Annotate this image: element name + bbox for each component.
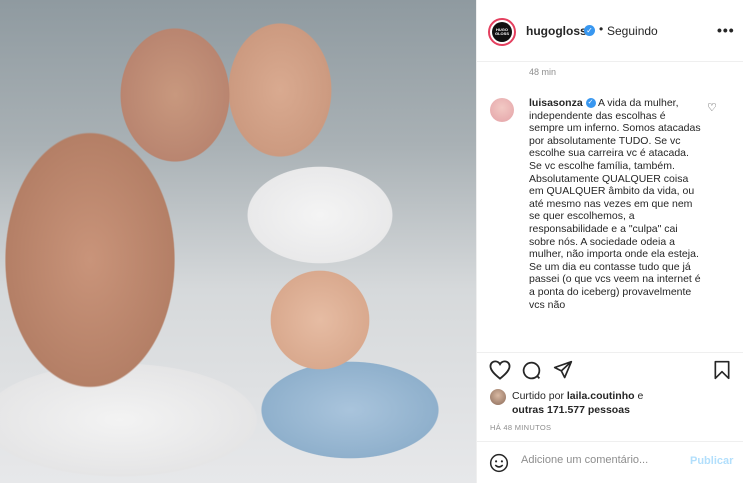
liker-handle[interactable]: laila.coutinho bbox=[567, 390, 635, 402]
more-options-icon[interactable]: ••• bbox=[717, 22, 735, 38]
likes-prefix: Curtido por bbox=[512, 390, 564, 402]
caption-time: 48 min bbox=[529, 67, 557, 77]
emoji-icon[interactable] bbox=[489, 453, 509, 473]
publish-button[interactable]: Publicar bbox=[690, 455, 733, 467]
avatar-logo: HUGO GLOSS bbox=[492, 22, 512, 42]
commenter-handle[interactable]: luisasonza bbox=[529, 97, 583, 109]
account-handle[interactable]: hugogloss bbox=[526, 24, 587, 38]
comment-icon[interactable] bbox=[521, 360, 542, 381]
comment-text-block: luisasonza ✓ A vida da mulher, independe… bbox=[529, 97, 701, 347]
likes-suffix-e: e bbox=[637, 390, 644, 402]
verified-badge-icon: ✓ bbox=[584, 25, 595, 36]
post-photo[interactable]: Couple photo bbox=[0, 0, 476, 483]
likes-summary: Curtido por laila.coutinho e outras 171.… bbox=[512, 389, 682, 417]
account-avatar[interactable]: HUGO GLOSS bbox=[488, 18, 516, 46]
commenter-verified-icon: ✓ bbox=[585, 98, 596, 109]
comment-like-heart-icon[interactable]: ♡ bbox=[707, 101, 717, 114]
comment-input[interactable] bbox=[521, 454, 681, 466]
post-photo-alt: Couple photo bbox=[4, 4, 5, 5]
avatar-logo-text: HUGO GLOSS bbox=[494, 27, 509, 36]
bookmark-icon[interactable] bbox=[713, 360, 731, 380]
comment-body: A vida da mulher, independente das escol… bbox=[529, 97, 701, 311]
share-icon[interactable] bbox=[553, 360, 573, 380]
following-button[interactable]: Seguindo bbox=[607, 24, 658, 38]
likes-count[interactable]: outras 171.577 pessoas bbox=[512, 404, 630, 416]
commenter-avatar[interactable] bbox=[490, 98, 514, 122]
heart-icon[interactable] bbox=[489, 360, 511, 380]
liker-avatar[interactable] bbox=[490, 389, 506, 405]
post-header: HUGO GLOSS hugogloss ✓ • Seguindo ••• bbox=[476, 0, 743, 62]
separator-dot: • bbox=[599, 22, 604, 36]
post-timestamp[interactable]: HÁ 48 MINUTOS bbox=[490, 423, 551, 432]
